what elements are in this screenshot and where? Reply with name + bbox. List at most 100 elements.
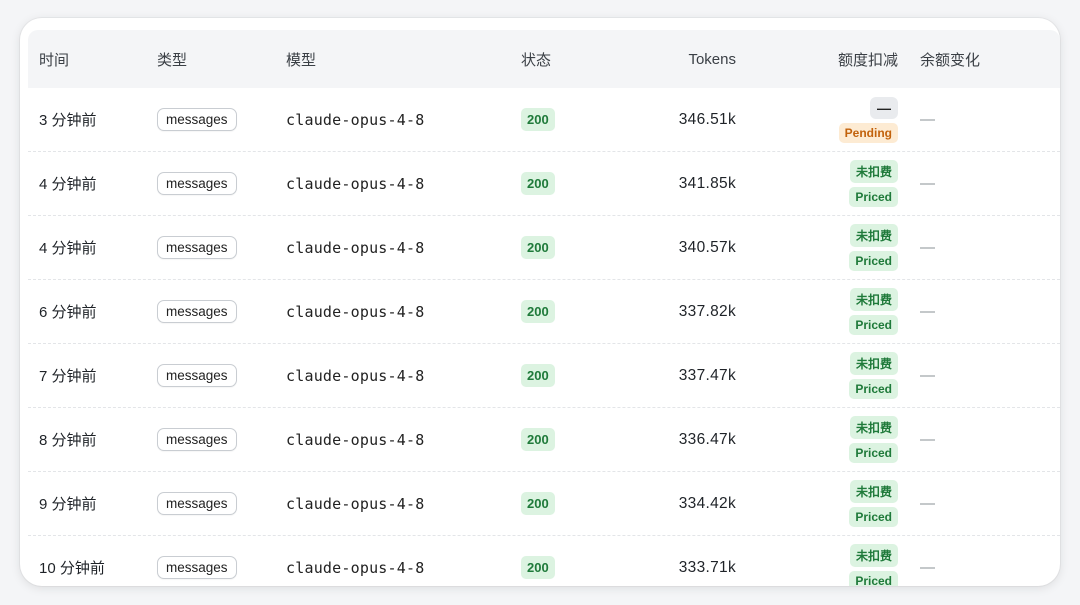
deduction-stack: 未扣费 Priced xyxy=(849,544,898,586)
status-cell: 200 xyxy=(521,216,601,279)
type-cell: messages xyxy=(157,152,277,215)
type-cell: messages xyxy=(157,88,277,151)
deduction-cell: — Pending xyxy=(788,88,898,151)
type-cell: messages xyxy=(157,536,277,586)
status-cell: 200 xyxy=(521,88,601,151)
deduction-cell: 未扣费 Priced xyxy=(788,216,898,279)
deduction-cell: 未扣费 Priced xyxy=(788,536,898,586)
balance-cell: — xyxy=(920,408,1040,471)
type-badge: messages xyxy=(157,108,237,131)
deduction-cell: 未扣费 Priced xyxy=(788,152,898,215)
model-cell: claude-opus-4-8 xyxy=(286,408,506,471)
time-cell: 8 分钟前 xyxy=(39,432,97,449)
model-name: claude-opus-4-8 xyxy=(286,558,425,577)
not-charged-badge: 未扣费 xyxy=(849,288,898,311)
tokens-cell: 333.71k xyxy=(618,536,736,586)
tokens-value: 341.85k xyxy=(678,174,736,192)
not-charged-badge: 未扣费 xyxy=(849,416,898,439)
model-cell: claude-opus-4-8 xyxy=(286,152,506,215)
status-badge: 200 xyxy=(521,108,555,131)
balance-change-value: — xyxy=(920,111,935,128)
time-cell: 3 分钟前 xyxy=(39,112,97,129)
balance-cell: — xyxy=(920,344,1040,407)
balance-change-value: — xyxy=(920,431,935,448)
table-row: 8 分钟前 messages claude-opus-4-8 200 336.4… xyxy=(28,408,1060,472)
priced-badge: Priced xyxy=(849,507,898,527)
priced-badge: Priced xyxy=(849,571,898,586)
header-status: 状态 xyxy=(521,51,552,69)
deduction-stack: 未扣费 Priced xyxy=(849,480,898,527)
type-badge: messages xyxy=(157,364,237,387)
model-name: claude-opus-4-8 xyxy=(286,110,425,129)
deduction-cell: 未扣费 Priced xyxy=(788,472,898,535)
deduction-cell: 未扣费 Priced xyxy=(788,408,898,471)
tokens-cell: 337.82k xyxy=(618,280,736,343)
table-row: 9 分钟前 messages claude-opus-4-8 200 334.4… xyxy=(28,472,1060,536)
model-name: claude-opus-4-8 xyxy=(286,430,425,449)
tokens-cell: 337.47k xyxy=(618,344,736,407)
tokens-cell: 336.47k xyxy=(618,408,736,471)
status-badge: 200 xyxy=(521,236,555,259)
tokens-value: 333.71k xyxy=(678,558,736,576)
type-cell: messages xyxy=(157,472,277,535)
tokens-cell: 334.42k xyxy=(618,472,736,535)
type-cell: messages xyxy=(157,280,277,343)
priced-badge: Priced xyxy=(849,443,898,463)
deduction-stack: — Pending xyxy=(838,96,898,143)
tokens-value: 336.47k xyxy=(678,430,736,448)
header-type: 类型 xyxy=(157,51,188,69)
usage-log-table: 时间 类型 模型 状态 Tokens 额度扣减 余额变化 3 分钟前 messa… xyxy=(28,30,1060,586)
tokens-cell: 346.51k xyxy=(618,88,736,151)
balance-cell: — xyxy=(920,280,1040,343)
type-badge: messages xyxy=(157,492,237,515)
balance-change-value: — xyxy=(920,175,935,192)
status-cell: 200 xyxy=(521,536,601,586)
deduction-stack: 未扣费 Priced xyxy=(849,416,898,463)
type-badge: messages xyxy=(157,428,237,451)
tokens-value: 337.47k xyxy=(678,366,736,384)
usage-log-panel: 时间 类型 模型 状态 Tokens 额度扣减 余额变化 3 分钟前 messa… xyxy=(20,18,1060,586)
table-row: 3 分钟前 messages claude-opus-4-8 200 346.5… xyxy=(28,88,1060,152)
deduction-stack: 未扣费 Priced xyxy=(849,288,898,335)
balance-change-value: — xyxy=(920,559,935,576)
deduction-dash-badge: — xyxy=(870,96,898,119)
header-deduction: 额度扣减 xyxy=(837,51,898,69)
type-badge: messages xyxy=(157,236,237,259)
deduction-cell: 未扣费 Priced xyxy=(788,344,898,407)
type-badge: messages xyxy=(157,556,237,579)
not-charged-badge: 未扣费 xyxy=(849,480,898,503)
type-cell: messages xyxy=(157,408,277,471)
balance-cell: — xyxy=(920,88,1040,151)
model-cell: claude-opus-4-8 xyxy=(286,472,506,535)
tokens-value: 337.82k xyxy=(678,302,736,320)
status-cell: 200 xyxy=(521,280,601,343)
status-badge: 200 xyxy=(521,364,555,387)
tokens-cell: 340.57k xyxy=(618,216,736,279)
balance-cell: — xyxy=(920,216,1040,279)
header-model: 模型 xyxy=(286,51,317,69)
deduction-stack: 未扣费 Priced xyxy=(849,224,898,271)
deduction-cell: 未扣费 Priced xyxy=(788,280,898,343)
status-cell: 200 xyxy=(521,472,601,535)
tokens-value: 340.57k xyxy=(678,238,736,256)
status-badge: 200 xyxy=(521,428,555,451)
header-tokens: Tokens xyxy=(688,50,736,68)
priced-badge: Priced xyxy=(849,379,898,399)
pending-badge: Pending xyxy=(838,122,898,143)
priced-badge: Priced xyxy=(849,315,898,335)
balance-change-value: — xyxy=(920,495,935,512)
not-charged-badge: 未扣费 xyxy=(849,544,898,567)
not-charged-badge: 未扣费 xyxy=(849,352,898,375)
not-charged-badge: 未扣费 xyxy=(849,224,898,247)
table-row: 4 分钟前 messages claude-opus-4-8 200 341.8… xyxy=(28,152,1060,216)
table-row: 6 分钟前 messages claude-opus-4-8 200 337.8… xyxy=(28,280,1060,344)
not-charged-badge: 未扣费 xyxy=(849,160,898,183)
model-name: claude-opus-4-8 xyxy=(286,494,425,513)
balance-change-value: — xyxy=(920,303,935,320)
model-name: claude-opus-4-8 xyxy=(286,238,425,257)
model-name: claude-opus-4-8 xyxy=(286,174,425,193)
time-cell: 9 分钟前 xyxy=(39,496,97,513)
time-cell: 10 分钟前 xyxy=(39,560,105,577)
type-badge: messages xyxy=(157,172,237,195)
status-badge: 200 xyxy=(521,300,555,323)
